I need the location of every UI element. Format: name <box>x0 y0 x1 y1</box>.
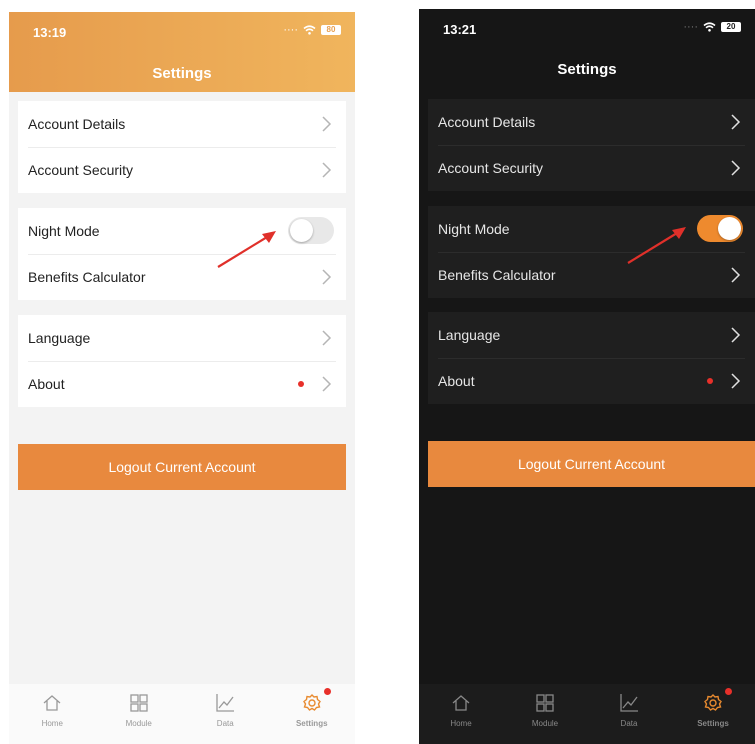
wifi-icon <box>303 25 316 35</box>
home-icon <box>43 695 61 711</box>
toggle-knob <box>718 217 741 240</box>
tab-label: Home <box>41 719 63 728</box>
red-arrow-annotation <box>627 227 686 264</box>
row-account-security[interactable]: Account Security <box>18 147 346 193</box>
module-grid-icon <box>536 694 554 712</box>
settings-gear-icon <box>704 694 722 711</box>
data-chart-icon <box>620 694 638 712</box>
tab-bar: Home Module Data Settings <box>419 684 755 744</box>
chevron-right-icon <box>731 327 741 343</box>
chevron-right-icon <box>322 116 332 132</box>
light-mode-screen: 13:19 ···· 80 Settings Account Details A… <box>9 12 355 744</box>
red-arrow-annotation <box>217 231 276 268</box>
toggle-knob <box>290 219 313 242</box>
row-account-details[interactable]: Account Details <box>428 99 755 145</box>
dark-mode-screen: 13:21 ···· 20 Settings Account Details A… <box>419 9 755 744</box>
row-about[interactable]: About <box>428 358 755 404</box>
settings-gear-icon <box>302 694 321 711</box>
row-label: About <box>438 373 475 389</box>
page-title: Settings <box>152 65 212 82</box>
tab-label: Data <box>216 719 234 728</box>
tab-label: Data <box>620 719 638 728</box>
chevron-right-icon <box>731 373 741 389</box>
status-bar: 13:21 ···· 20 <box>419 9 755 49</box>
row-about[interactable]: About <box>18 361 346 407</box>
tab-home[interactable]: Home <box>419 684 503 744</box>
status-bar: 13:19 ···· 80 <box>9 12 355 52</box>
tab-label: Settings <box>697 719 729 728</box>
logout-button[interactable]: Logout Current Account <box>18 444 346 490</box>
wifi-icon <box>703 22 716 32</box>
chevron-right-icon <box>322 269 332 285</box>
tab-settings[interactable]: Settings <box>269 684 356 744</box>
chevron-right-icon <box>731 160 741 176</box>
signal-dots-icon: ···· <box>683 21 698 33</box>
status-time: 13:21 <box>443 22 477 37</box>
chevron-right-icon <box>731 267 741 283</box>
row-label: Benefits Calculator <box>438 267 556 283</box>
row-account-details[interactable]: Account Details <box>18 101 346 147</box>
night-mode-toggle[interactable] <box>288 217 334 244</box>
row-label: Language <box>438 327 501 343</box>
tab-data[interactable]: Data <box>587 684 671 744</box>
night-mode-toggle[interactable] <box>697 215 743 242</box>
tab-data[interactable]: Data <box>182 684 269 744</box>
row-language[interactable]: Language <box>18 315 346 361</box>
settings-group-display: Night Mode Benefits Calculator <box>18 208 346 300</box>
tab-module[interactable]: Module <box>96 684 183 744</box>
row-label: Account Details <box>28 116 126 132</box>
settings-group-general: Language About <box>18 315 346 407</box>
tab-module[interactable]: Module <box>503 684 587 744</box>
chevron-right-icon <box>322 376 332 392</box>
home-icon <box>452 695 470 711</box>
tab-label: Settings <box>295 719 328 728</box>
tab-home[interactable]: Home <box>9 684 96 744</box>
row-night-mode: Night Mode <box>18 208 346 254</box>
settings-group-general: Language About <box>428 312 755 404</box>
logout-button[interactable]: Logout Current Account <box>428 441 755 487</box>
row-label: Account Security <box>438 160 544 176</box>
tab-bar: Home Module Data Settings <box>9 684 355 744</box>
row-language[interactable]: Language <box>428 312 755 358</box>
tab-settings[interactable]: Settings <box>671 684 755 744</box>
row-label: Account Security <box>28 162 134 178</box>
row-label: Night Mode <box>28 223 100 239</box>
row-account-security[interactable]: Account Security <box>428 145 755 191</box>
settings-group-display: Night Mode Benefits Calculator <box>428 206 755 298</box>
row-label: Language <box>28 330 91 346</box>
signal-dots-icon: ···· <box>283 24 298 36</box>
settings-badge-dot <box>725 688 732 695</box>
row-label: Benefits Calculator <box>28 269 146 285</box>
battery-icon: 80 <box>321 25 341 35</box>
status-time: 13:19 <box>33 25 67 40</box>
page-title: Settings <box>557 61 617 78</box>
row-label: Night Mode <box>438 221 510 237</box>
module-grid-icon <box>130 694 148 712</box>
tab-label: Module <box>125 719 152 728</box>
chevron-right-icon <box>731 114 741 130</box>
data-chart-icon <box>216 694 235 712</box>
chevron-right-icon <box>322 330 332 346</box>
row-night-mode: Night Mode <box>428 206 755 252</box>
chevron-right-icon <box>322 162 332 178</box>
tab-label: Module <box>531 719 559 728</box>
row-benefits-calculator[interactable]: Benefits Calculator <box>18 254 346 300</box>
row-benefits-calculator[interactable]: Benefits Calculator <box>428 252 755 298</box>
battery-icon: 20 <box>721 22 741 32</box>
settings-group-account: Account Details Account Security <box>18 101 346 193</box>
notification-dot <box>298 381 304 387</box>
row-label: About <box>28 376 65 392</box>
settings-badge-dot <box>323 688 331 695</box>
settings-group-account: Account Details Account Security <box>428 99 755 191</box>
tab-label: Home <box>450 719 472 728</box>
notification-dot <box>707 378 713 384</box>
row-label: Account Details <box>438 114 536 130</box>
